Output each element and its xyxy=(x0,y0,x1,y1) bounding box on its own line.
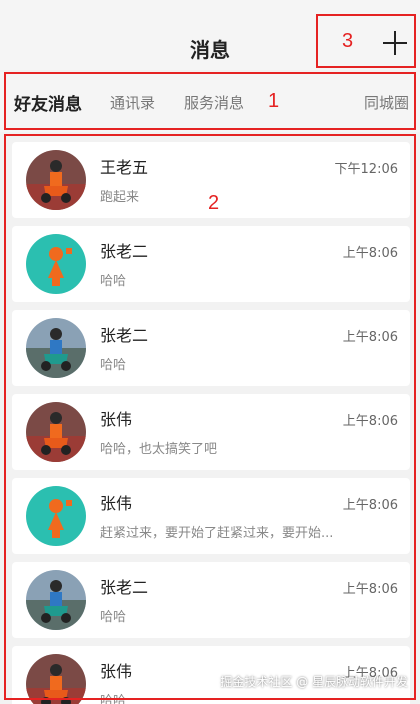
annotation-label-2: 2 xyxy=(208,192,220,214)
annotation-label-1: 1 xyxy=(268,90,280,112)
annotation-box-1 xyxy=(4,72,416,130)
watermark: 掘金技术社区 @ 星辰脉动软件开发 xyxy=(220,675,408,689)
annotation-label-3: 3 xyxy=(342,30,354,52)
annotation-box-3 xyxy=(316,14,416,68)
annotation-box-2 xyxy=(4,134,416,700)
